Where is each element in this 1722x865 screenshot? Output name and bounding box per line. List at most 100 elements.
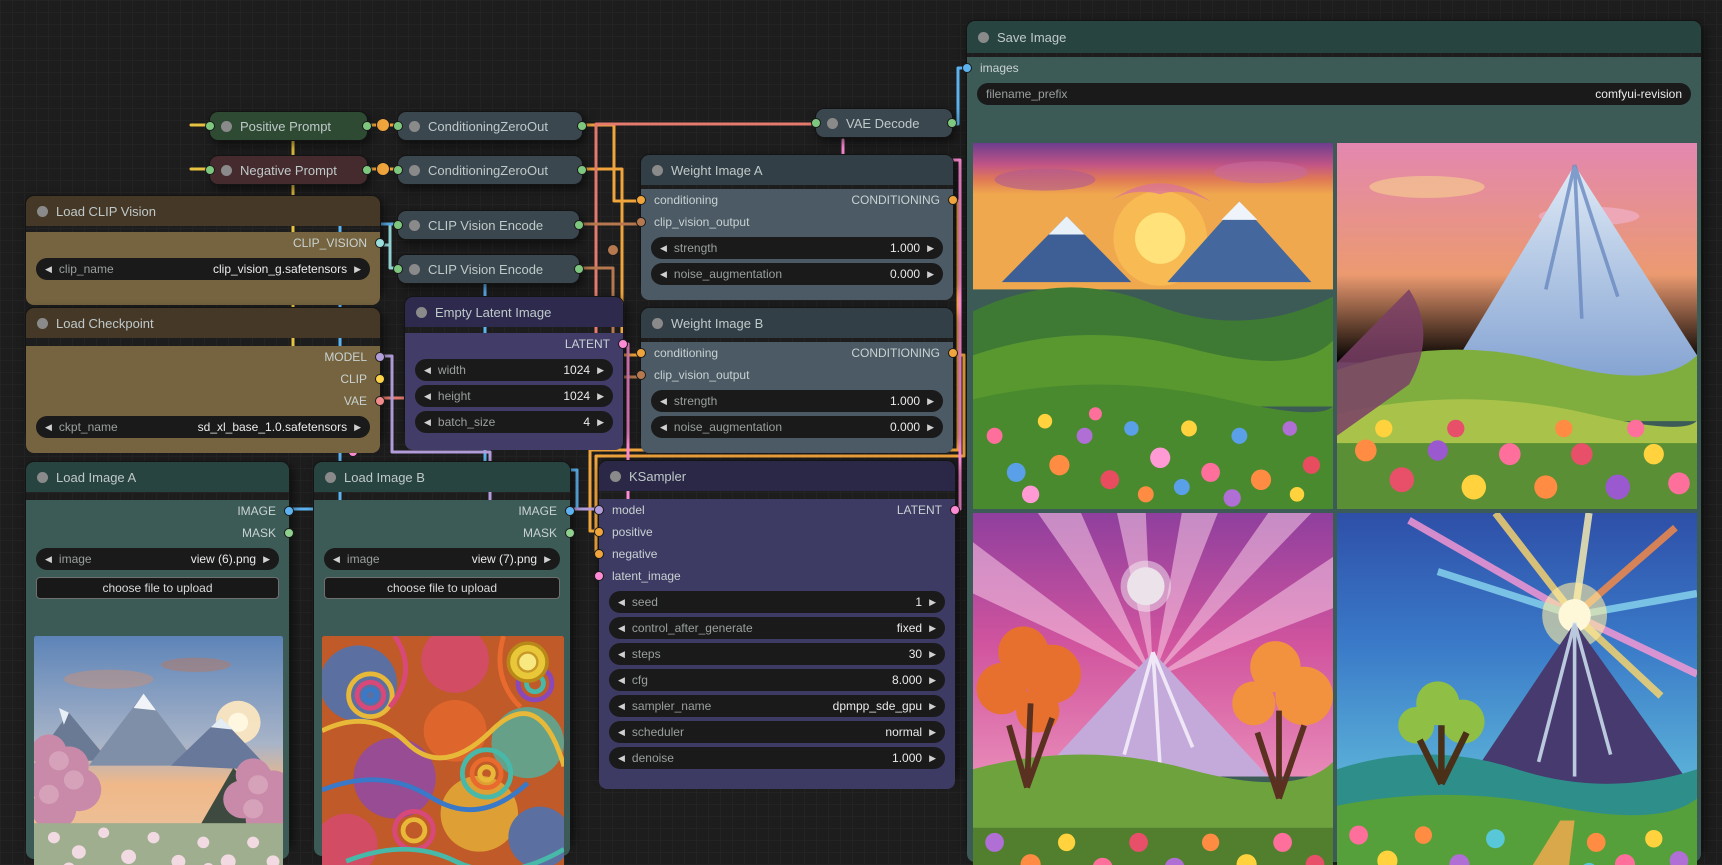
- node-conditioning-zero-out-1[interactable]: ConditioningZeroOut: [397, 111, 583, 141]
- output-port-clip[interactable]: [375, 374, 385, 384]
- collapse-dot[interactable]: [416, 307, 427, 318]
- decrement-arrow-icon[interactable]: ◀: [424, 418, 431, 427]
- input-port-images[interactable]: [962, 63, 972, 73]
- increment-arrow-icon[interactable]: ▶: [263, 555, 270, 564]
- node-load-checkpoint[interactable]: Load Checkpoint MODEL CLIP VAE ◀ ckpt_na…: [25, 307, 381, 439]
- increment-arrow-icon[interactable]: ▶: [927, 244, 934, 253]
- node-load-image-b[interactable]: Load Image B IMAGE MASK ◀ image view (7)…: [313, 461, 571, 842]
- choose-file-button[interactable]: choose file to upload: [36, 577, 279, 599]
- increment-arrow-icon[interactable]: ▶: [597, 418, 604, 427]
- output-port[interactable]: [574, 264, 584, 274]
- collapse-dot[interactable]: [221, 121, 232, 132]
- decrement-arrow-icon[interactable]: ◀: [618, 754, 625, 763]
- decrement-arrow-icon[interactable]: ◀: [333, 555, 340, 564]
- widget-height[interactable]: ◀ height 1024 ▶: [415, 385, 613, 407]
- increment-arrow-icon[interactable]: ▶: [354, 265, 361, 274]
- decrement-arrow-icon[interactable]: ◀: [45, 555, 52, 564]
- collapse-dot[interactable]: [409, 165, 420, 176]
- increment-arrow-icon[interactable]: ▶: [927, 397, 934, 406]
- input-port-conditioning[interactable]: [636, 348, 646, 358]
- collapse-dot[interactable]: [409, 121, 420, 132]
- widget-steps[interactable]: ◀ steps 30 ▶: [609, 643, 945, 665]
- node-clip-vision-encode-1[interactable]: CLIP Vision Encode: [397, 210, 580, 240]
- input-port-model[interactable]: [594, 505, 604, 515]
- output-port-image[interactable]: [565, 506, 575, 516]
- decrement-arrow-icon[interactable]: ◀: [660, 423, 667, 432]
- node-header[interactable]: Weight Image B: [641, 308, 953, 338]
- increment-arrow-icon[interactable]: ▶: [929, 676, 936, 685]
- node-header[interactable]: Load Checkpoint: [26, 308, 380, 338]
- decrement-arrow-icon[interactable]: ◀: [424, 392, 431, 401]
- output-port-vae[interactable]: [375, 396, 385, 406]
- increment-arrow-icon[interactable]: ▶: [929, 598, 936, 607]
- node-vae-decode[interactable]: VAE Decode: [815, 108, 953, 138]
- generated-image-2[interactable]: [1337, 143, 1697, 509]
- input-port[interactable]: [393, 220, 403, 230]
- input-port-positive[interactable]: [594, 527, 604, 537]
- collapse-dot[interactable]: [652, 165, 663, 176]
- input-port-negative[interactable]: [594, 549, 604, 559]
- increment-arrow-icon[interactable]: ▶: [927, 270, 934, 279]
- output-port-latent[interactable]: [950, 505, 960, 515]
- decrement-arrow-icon[interactable]: ◀: [660, 270, 667, 279]
- node-header[interactable]: Load CLIP Vision: [26, 196, 380, 226]
- input-port[interactable]: [205, 121, 215, 131]
- generated-image-1[interactable]: [973, 143, 1333, 509]
- input-port-clip-vision-output[interactable]: [636, 217, 646, 227]
- node-header[interactable]: Empty Latent Image: [405, 297, 623, 327]
- collapse-dot[interactable]: [221, 165, 232, 176]
- decrement-arrow-icon[interactable]: ◀: [660, 397, 667, 406]
- output-port-clip-vision[interactable]: [375, 238, 385, 248]
- widget-ckpt-name[interactable]: ◀ ckpt_name sd_xl_base_1.0.safetensors ▶: [36, 416, 370, 438]
- input-port-clip-vision-output[interactable]: [636, 370, 646, 380]
- node-header[interactable]: Save Image: [967, 21, 1701, 53]
- output-port-image[interactable]: [284, 506, 294, 516]
- collapse-dot[interactable]: [409, 264, 420, 275]
- collapse-dot[interactable]: [325, 472, 336, 483]
- collapse-dot[interactable]: [652, 318, 663, 329]
- node-graph-canvas[interactable]: Positive Prompt Negative Prompt Conditio…: [0, 0, 1722, 865]
- increment-arrow-icon[interactable]: ▶: [544, 555, 551, 564]
- widget-batch-size[interactable]: ◀ batch_size 4 ▶: [415, 411, 613, 433]
- node-clip-vision-encode-2[interactable]: CLIP Vision Encode: [397, 254, 580, 284]
- widget-sampler-name[interactable]: ◀ sampler_name dpmpp_sde_gpu ▶: [609, 695, 945, 717]
- output-port-mask[interactable]: [284, 528, 294, 538]
- output-port[interactable]: [577, 121, 587, 131]
- output-port-model[interactable]: [375, 352, 385, 362]
- decrement-arrow-icon[interactable]: ◀: [618, 650, 625, 659]
- widget-noise-augmentation[interactable]: ◀ noise_augmentation 0.000 ▶: [651, 263, 943, 285]
- output-port[interactable]: [362, 165, 372, 175]
- generated-image-3[interactable]: [973, 513, 1333, 865]
- widget-denoise[interactable]: ◀ denoise 1.000 ▶: [609, 747, 945, 769]
- widget-strength[interactable]: ◀ strength 1.000 ▶: [651, 390, 943, 412]
- input-port[interactable]: [393, 121, 403, 131]
- node-header[interactable]: Weight Image A: [641, 155, 953, 185]
- widget-noise-augmentation[interactable]: ◀ noise_augmentation 0.000 ▶: [651, 416, 943, 438]
- node-ksampler[interactable]: KSampler model LATENT positive negative …: [598, 460, 956, 775]
- increment-arrow-icon[interactable]: ▶: [929, 728, 936, 737]
- node-load-clip-vision[interactable]: Load CLIP Vision CLIP_VISION ◀ clip_name…: [25, 195, 381, 293]
- widget-image-file[interactable]: ◀ image view (6).png ▶: [36, 548, 279, 570]
- node-negative-prompt[interactable]: Negative Prompt: [209, 155, 368, 185]
- node-header[interactable]: KSampler: [599, 461, 955, 491]
- node-save-image[interactable]: Save Image images filename_prefix comfyu…: [966, 20, 1702, 851]
- input-port[interactable]: [393, 264, 403, 274]
- widget-control-after-generate[interactable]: ◀ control_after_generate fixed ▶: [609, 617, 945, 639]
- node-empty-latent-image[interactable]: Empty Latent Image LATENT ◀ width 1024 ▶…: [404, 296, 624, 438]
- decrement-arrow-icon[interactable]: ◀: [424, 366, 431, 375]
- widget-filename-prefix[interactable]: filename_prefix comfyui-revision: [977, 83, 1691, 105]
- decrement-arrow-icon[interactable]: ◀: [618, 702, 625, 711]
- collapse-dot[interactable]: [978, 32, 989, 43]
- widget-width[interactable]: ◀ width 1024 ▶: [415, 359, 613, 381]
- decrement-arrow-icon[interactable]: ◀: [618, 598, 625, 607]
- choose-file-button[interactable]: choose file to upload: [324, 577, 560, 599]
- increment-arrow-icon[interactable]: ▶: [929, 624, 936, 633]
- output-port-mask[interactable]: [565, 528, 575, 538]
- output-port[interactable]: [577, 165, 587, 175]
- node-weight-image-a[interactable]: Weight Image A conditioning CONDITIONING…: [640, 154, 954, 290]
- collapse-dot[interactable]: [409, 220, 420, 231]
- widget-seed[interactable]: ◀ seed 1 ▶: [609, 591, 945, 613]
- output-port-conditioning[interactable]: [948, 195, 958, 205]
- collapse-dot[interactable]: [610, 471, 621, 482]
- input-port-latent-image[interactable]: [594, 571, 604, 581]
